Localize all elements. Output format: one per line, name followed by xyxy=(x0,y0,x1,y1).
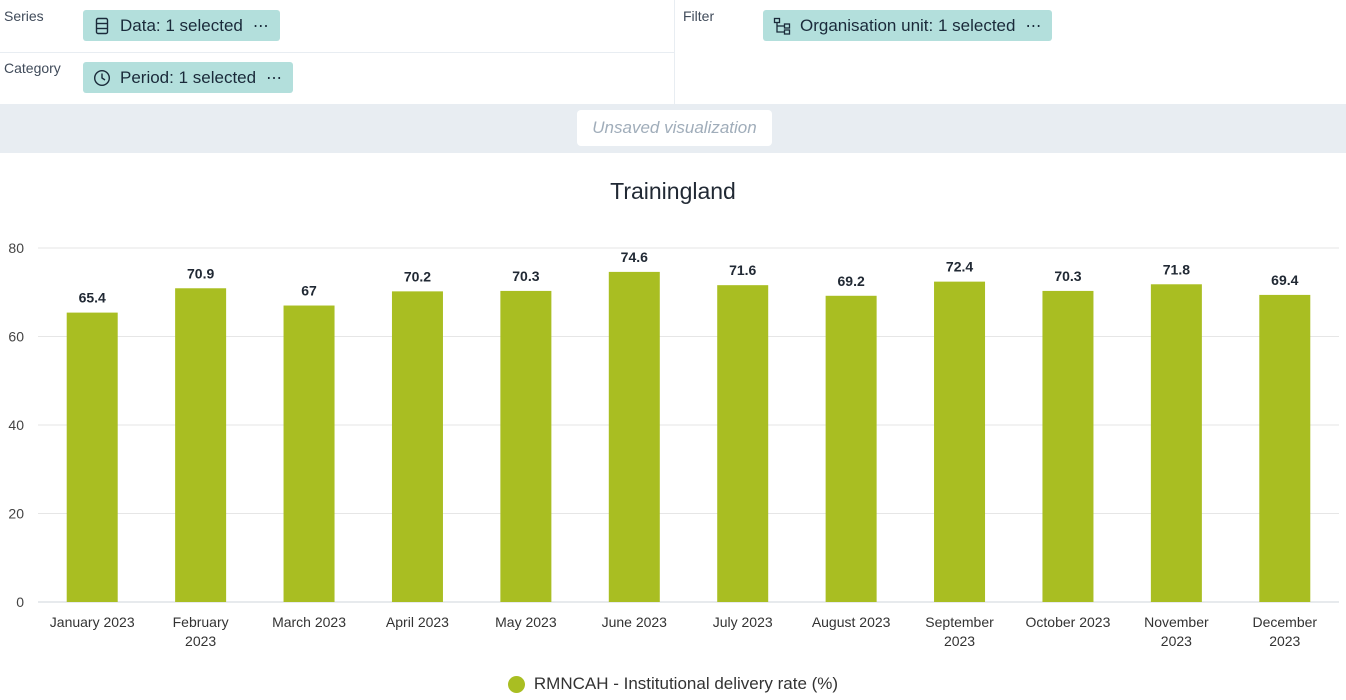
bar[interactable] xyxy=(1150,284,1202,602)
x-tick-label: May 2023 xyxy=(495,614,557,630)
x-tick-label: June 2023 xyxy=(602,614,668,630)
series-axis: Series Data: 1 selected ⋯ xyxy=(0,0,674,53)
bar[interactable] xyxy=(825,295,877,602)
bar-data-label: 70.9 xyxy=(187,265,214,281)
bar-data-label: 69.2 xyxy=(838,273,865,289)
layout-columns-rows: Series Data: 1 selected ⋯ Category Perio… xyxy=(0,0,675,104)
data-dimension-chip[interactable]: Data: 1 selected ⋯ xyxy=(83,10,280,41)
org-unit-chip-label: Organisation unit: 1 selected xyxy=(800,15,1016,35)
filter-axis: Filter Organisation unit: 1 selected ⋯ xyxy=(675,0,1346,104)
org-unit-chip-menu-icon[interactable]: ⋯ xyxy=(1025,16,1042,36)
bar-data-label: 74.6 xyxy=(621,249,648,265)
x-tick-label: November 2023 xyxy=(1144,614,1209,649)
x-tick-label: February 2023 xyxy=(173,614,229,649)
bar-data-label: 70.3 xyxy=(512,268,539,284)
y-tick-label: 20 xyxy=(8,506,24,522)
bar[interactable] xyxy=(1259,294,1311,602)
y-tick-label: 80 xyxy=(8,240,24,256)
y-tick-label: 40 xyxy=(8,417,24,433)
legend-label[interactable]: RMNCAH - Institutional delivery rate (%) xyxy=(534,674,838,694)
period-chip-label: Period: 1 selected xyxy=(120,67,257,87)
bar[interactable] xyxy=(717,285,769,602)
x-tick-label: March 2023 xyxy=(272,614,346,630)
bar[interactable] xyxy=(500,290,552,602)
x-tick-label: July 2023 xyxy=(713,614,773,630)
bar-data-label: 71.6 xyxy=(729,262,756,278)
series-axis-label: Series xyxy=(4,8,44,24)
bar[interactable] xyxy=(391,291,443,602)
org-unit-dimension-chip[interactable]: Organisation unit: 1 selected ⋯ xyxy=(763,10,1053,41)
y-tick-label: 60 xyxy=(8,329,24,345)
filter-axis-label: Filter xyxy=(683,8,715,24)
visualization-title-bar: Unsaved visualization xyxy=(0,104,1346,153)
y-tick-label: 0 xyxy=(16,594,24,610)
legend-swatch[interactable] xyxy=(507,675,525,693)
bar[interactable] xyxy=(175,288,227,602)
bar-data-label: 69.4 xyxy=(1271,272,1298,288)
org-tree-icon xyxy=(773,17,791,35)
bar-data-label: 67 xyxy=(301,283,317,299)
clock-icon xyxy=(93,69,111,87)
period-chip-menu-icon[interactable]: ⋯ xyxy=(266,68,283,88)
category-axis: Category Period: 1 selected ⋯ xyxy=(0,52,674,104)
chart-legend: RMNCAH - Institutional delivery rate (%) xyxy=(0,670,1346,698)
data-table-icon xyxy=(93,17,111,35)
period-dimension-chip[interactable]: Period: 1 selected ⋯ xyxy=(83,62,294,93)
x-tick-label: September 2023 xyxy=(925,614,994,649)
bar-data-label: 65.4 xyxy=(79,290,106,306)
bar[interactable] xyxy=(608,271,660,602)
data-chip-menu-icon[interactable]: ⋯ xyxy=(253,16,270,36)
x-tick-label: October 2023 xyxy=(1026,614,1111,630)
chart-title: Trainingland xyxy=(610,178,736,204)
data-chip-label: Data: 1 selected xyxy=(120,15,243,35)
x-tick-label: December 2023 xyxy=(1252,614,1317,649)
unsaved-visualization-label: Unsaved visualization xyxy=(577,110,772,146)
bar-data-label: 72.4 xyxy=(946,259,973,275)
bar[interactable] xyxy=(1042,290,1094,602)
category-axis-label: Category xyxy=(4,60,61,76)
bar-chart: Trainingland 0 20 40 60 80 65.4 January 2023 70… xyxy=(8,178,1339,649)
layout-panel: Series Data: 1 selected ⋯ Category Perio… xyxy=(0,0,1346,105)
x-tick-label: April 2023 xyxy=(386,614,449,630)
bar-data-label: 70.2 xyxy=(404,268,431,284)
bar-data-label: 70.3 xyxy=(1054,268,1081,284)
bar[interactable] xyxy=(283,305,335,602)
bar-data-label: 71.8 xyxy=(1163,261,1190,277)
bar[interactable] xyxy=(66,312,118,602)
x-tick-label: January 2023 xyxy=(50,614,135,630)
bar[interactable] xyxy=(934,281,986,602)
x-tick-label: August 2023 xyxy=(812,614,891,630)
